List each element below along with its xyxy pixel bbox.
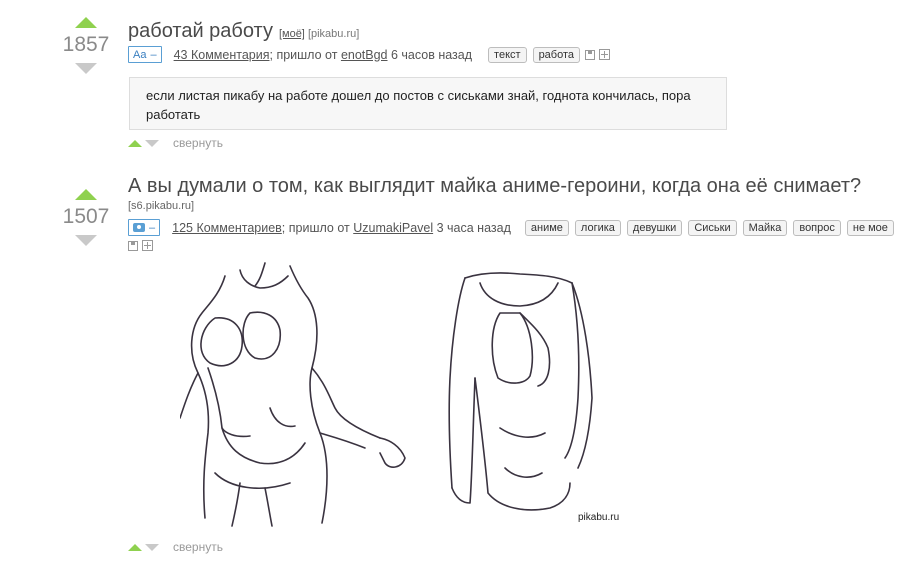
image-watermark: pikabu.ru <box>578 512 620 523</box>
tag[interactable]: девушки <box>626 219 683 236</box>
type-badge: – <box>128 219 161 236</box>
type-dash: – <box>150 48 157 61</box>
post-title[interactable]: работай работу <box>128 20 273 42</box>
mini-upvote-icon[interactable] <box>128 139 142 147</box>
tag[interactable]: логика <box>574 219 621 236</box>
post-actions <box>128 240 153 251</box>
tag[interactable]: не мое <box>846 219 894 236</box>
collapse-row: свернуть <box>128 540 223 554</box>
comments-link[interactable]: 125 Комментариев <box>172 221 282 235</box>
author-link[interactable]: enotBgd <box>341 48 388 62</box>
mini-upvote-icon[interactable] <box>128 543 142 551</box>
source-domain: [pikabu.ru] <box>307 28 360 40</box>
expand-icon[interactable] <box>599 49 611 60</box>
tag[interactable]: аниме <box>524 219 569 236</box>
camera-icon <box>133 223 145 232</box>
source-mine[interactable]: [моё] <box>279 28 305 40</box>
upvote-icon[interactable] <box>75 189 97 200</box>
downvote-icon[interactable] <box>75 63 97 74</box>
post-time: 6 часов назад <box>391 47 473 62</box>
tag[interactable]: вопрос <box>793 219 841 236</box>
save-icon[interactable] <box>128 240 138 251</box>
text-type-icon: Aa <box>133 48 147 61</box>
tag[interactable]: Сиськи <box>688 219 737 236</box>
rating: 1857 <box>62 33 110 56</box>
vote-block: 1857 <box>55 17 117 74</box>
collapse-link[interactable]: свернуть <box>173 540 223 554</box>
comments-link[interactable]: 43 Комментария <box>174 48 270 62</box>
expand-icon[interactable] <box>142 240 153 251</box>
post-title[interactable]: А вы думали о том, как выглядит майка ан… <box>128 175 861 198</box>
post-meta: – 125 Комментариев; пришло от UzumakiPav… <box>128 219 894 236</box>
tag[interactable]: текст <box>488 46 527 63</box>
tag[interactable]: работа <box>532 46 581 63</box>
mini-downvote-icon[interactable] <box>145 139 159 147</box>
post-image[interactable] <box>179 258 630 528</box>
tag[interactable]: Майка <box>742 219 788 236</box>
collapse-link[interactable]: свернуть <box>173 136 223 150</box>
upvote-icon[interactable] <box>75 17 97 28</box>
post-meta: Aa – 43 Комментария; пришло от enotBgd 6 … <box>128 46 611 63</box>
type-badge: Aa – <box>128 46 162 63</box>
post-text: если листая пикабу на работе дошел до по… <box>129 77 727 130</box>
type-dash: – <box>149 221 156 234</box>
post-time: 3 часа назад <box>436 220 511 235</box>
author-link[interactable]: UzumakiPavel <box>353 221 433 235</box>
downvote-icon[interactable] <box>75 235 97 246</box>
rating: 1507 <box>62 205 110 228</box>
source-domain: [s6.pikabu.ru] <box>128 200 195 212</box>
mini-downvote-icon[interactable] <box>145 543 159 551</box>
shirt-sketch-image <box>179 262 593 527</box>
collapse-row: свернуть <box>128 136 223 150</box>
from-text: ; пришло от <box>269 47 338 62</box>
save-icon[interactable] <box>585 49 596 60</box>
vote-block: 1507 <box>55 189 117 246</box>
from-text: ; пришло от <box>281 220 350 235</box>
post-title-row: работай работу [моё] [pikabu.ru] <box>128 20 359 43</box>
